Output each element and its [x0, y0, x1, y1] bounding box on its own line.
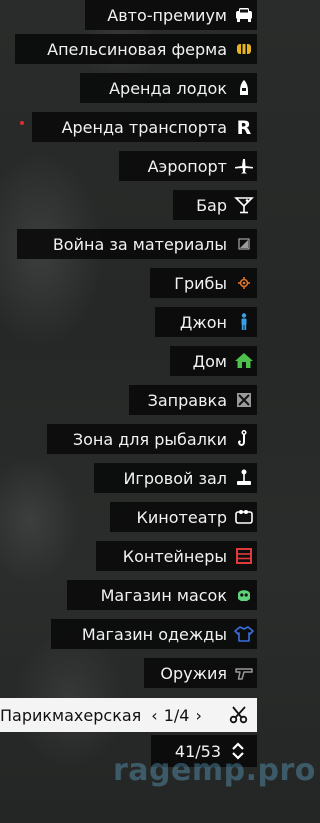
- list-item-label: Авто-премиум: [107, 5, 227, 25]
- watermark: ragemp.pro: [113, 753, 316, 788]
- list-item-label: Аэропорт: [147, 156, 227, 176]
- page-indicator: 1/4: [163, 705, 190, 725]
- materials-war-icon: [233, 233, 255, 255]
- svg-text:R: R: [237, 117, 252, 137]
- blip-list: Авто-премиум Апельсиновая ферма Аренда л…: [0, 0, 315, 823]
- tshirt-icon: [233, 623, 255, 645]
- gas-station-icon: [233, 389, 255, 411]
- list-item-label: Апельсиновая ферма: [47, 39, 227, 59]
- list-item-label: Заправка: [147, 390, 227, 410]
- airplane-icon: [233, 155, 255, 177]
- list-item-orange-farm[interactable]: Апельсиновая ферма: [15, 34, 257, 64]
- list-item-label: Контейнеры: [122, 546, 227, 566]
- list-item-label: Джон: [179, 312, 227, 332]
- list-item-label: Аренда лодок: [109, 78, 227, 98]
- list-item-label: Оружия: [160, 663, 227, 683]
- selected-list-item[interactable]: Парикмахерская ‹ 1/4 ›: [0, 698, 257, 732]
- list-item-vehicle-rental[interactable]: Аренда транспорта: [32, 112, 257, 142]
- list-item-boat-rental[interactable]: Аренда лодок: [80, 73, 257, 103]
- selected-item-label: Парикмахерская: [0, 705, 142, 725]
- joystick-icon: [233, 467, 255, 489]
- prev-page-button[interactable]: ‹: [151, 706, 157, 725]
- house-icon: [233, 350, 255, 372]
- cocktail-icon: [233, 194, 255, 216]
- list-item-auto-premium[interactable]: Авто-премиум: [85, 0, 257, 30]
- camera-icon: [233, 506, 255, 528]
- list-item-label: Грибы: [174, 273, 227, 293]
- scissors-icon: [229, 705, 249, 725]
- person-icon: [233, 311, 255, 333]
- new-marker-dot: [20, 121, 24, 125]
- mushroom-icon: [233, 272, 255, 294]
- list-item-label: Магазин одежды: [81, 624, 227, 644]
- list-item-label: Магазин масок: [100, 585, 227, 605]
- list-item-clothing-shop[interactable]: Магазин одежды: [51, 619, 257, 649]
- list-item-label: Зона для рыбалки: [72, 429, 227, 449]
- list-item-label: Кинотеатр: [136, 507, 227, 527]
- mask-icon: [233, 584, 255, 606]
- container-icon: [233, 545, 255, 567]
- boat-icon: [233, 77, 255, 99]
- list-item-label: Война за материалы: [52, 234, 227, 254]
- list-item-materials-war[interactable]: Война за материалы: [17, 229, 257, 259]
- next-page-button[interactable]: ›: [195, 706, 201, 725]
- list-item-label: Аренда транспорта: [61, 117, 227, 137]
- pistol-icon: [233, 662, 255, 684]
- fishing-hook-icon: [233, 428, 255, 450]
- list-item-fishing-zone[interactable]: Зона для рыбалки: [47, 424, 257, 454]
- orange-farm-icon: [233, 38, 255, 60]
- list-item-label: Дом: [192, 351, 227, 371]
- car-icon: [233, 4, 255, 26]
- letter-r-icon: R: [233, 116, 255, 138]
- list-item-mask-shop[interactable]: Магазин масок: [67, 580, 257, 610]
- list-item-label: Игровой зал: [123, 468, 227, 488]
- list-item-label: Бар: [196, 195, 227, 215]
